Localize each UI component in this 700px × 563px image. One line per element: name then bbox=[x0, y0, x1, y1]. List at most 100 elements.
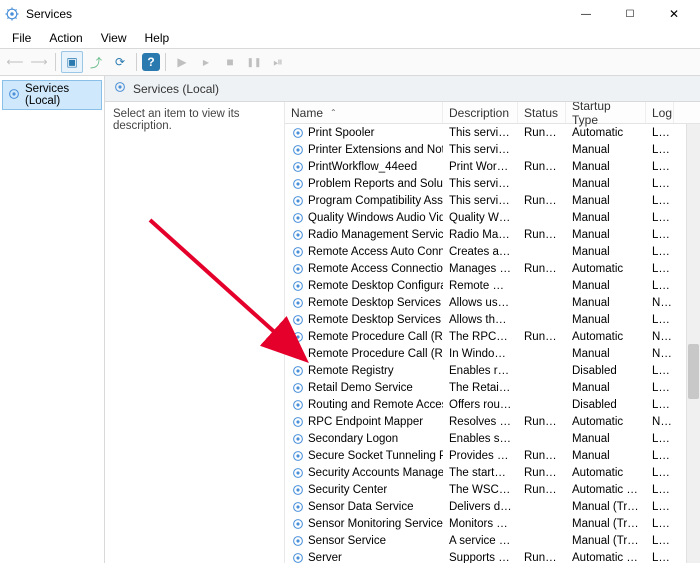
service-name: Routing and Remote Access bbox=[308, 399, 443, 411]
service-row[interactable]: Remote Desktop ServicesAllows user...Man… bbox=[285, 294, 700, 311]
vertical-scrollbar[interactable] bbox=[686, 124, 700, 563]
service-row[interactable]: Remote Procedure Call (RPC)The RPCSS ...… bbox=[285, 328, 700, 345]
service-row[interactable]: Sensor ServiceA service fo...Manual (Tri… bbox=[285, 532, 700, 549]
service-description: Remote Des... bbox=[443, 280, 518, 292]
service-name: Sensor Monitoring Service bbox=[308, 518, 443, 530]
column-header-startup[interactable]: Startup Type bbox=[566, 102, 646, 123]
service-startup: Manual bbox=[566, 348, 646, 360]
service-startup: Automatic bbox=[566, 467, 646, 479]
service-row[interactable]: Secondary LogonEnables star...ManualLoc bbox=[285, 430, 700, 447]
service-startup: Manual bbox=[566, 297, 646, 309]
gear-icon bbox=[291, 466, 305, 480]
toolbar: ⟵ ⟶ ▣ ⤴ ⟳ ? ▶ ▶ ■ ❚❚ ⏯ bbox=[0, 48, 700, 76]
service-row[interactable]: Remote RegistryEnables rem...DisabledLoc bbox=[285, 362, 700, 379]
service-logon: Net bbox=[646, 297, 674, 309]
service-logon: Net bbox=[646, 348, 674, 360]
gear-icon bbox=[7, 87, 21, 104]
service-name: Program Compatibility Assi... bbox=[308, 195, 443, 207]
service-logon: Loc bbox=[646, 501, 674, 513]
menu-help[interactable]: Help bbox=[137, 29, 178, 47]
minimize-button[interactable]: — bbox=[564, 0, 608, 28]
service-row[interactable]: Sensor Monitoring ServiceMonitors va...M… bbox=[285, 515, 700, 532]
service-description: Allows user... bbox=[443, 297, 518, 309]
column-header-description[interactable]: Description bbox=[443, 102, 518, 123]
service-startup: Disabled bbox=[566, 365, 646, 377]
service-name: Printer Extensions and Notif... bbox=[308, 144, 443, 156]
menu-action[interactable]: Action bbox=[41, 29, 90, 47]
service-logon: Loc bbox=[646, 127, 674, 139]
column-header-name[interactable]: Name ⌃ bbox=[285, 102, 443, 123]
stop-service-button[interactable]: ■ bbox=[219, 51, 241, 73]
service-row[interactable]: Program Compatibility Assi...This servic… bbox=[285, 192, 700, 209]
description-column: Select an item to view its description. bbox=[105, 102, 285, 563]
service-startup: Automatic (D... bbox=[566, 484, 646, 496]
menu-view[interactable]: View bbox=[93, 29, 135, 47]
column-headers-row: Name ⌃ Description Status Startup Type L… bbox=[285, 102, 700, 124]
forward-button[interactable]: ⟶ bbox=[28, 51, 50, 73]
service-row[interactable]: Remote Access Auto Conne...Creates a co.… bbox=[285, 243, 700, 260]
export-list-button[interactable]: ⤴ bbox=[85, 51, 107, 73]
help-button[interactable]: ? bbox=[142, 53, 160, 71]
toolbar-separator bbox=[136, 53, 137, 71]
service-row[interactable]: Remote Desktop Services U...Allows the r… bbox=[285, 311, 700, 328]
service-row[interactable]: Remote Procedure Call (RP...In Windows..… bbox=[285, 345, 700, 362]
service-row[interactable]: Printer Extensions and Notif...This serv… bbox=[285, 141, 700, 158]
tree-root-services-local[interactable]: Services (Local) bbox=[2, 80, 102, 110]
service-row[interactable]: Retail Demo ServiceThe Retail D...Manual… bbox=[285, 379, 700, 396]
service-status: Running bbox=[518, 484, 566, 496]
service-row[interactable]: Security Accounts ManagerThe startup ...… bbox=[285, 464, 700, 481]
column-header-logon[interactable]: Log bbox=[646, 102, 674, 123]
service-row[interactable]: Remote Access Connection...Manages di...… bbox=[285, 260, 700, 277]
service-row[interactable]: Print SpoolerThis service ...RunningAuto… bbox=[285, 124, 700, 141]
service-row[interactable]: Radio Management ServiceRadio Mana...Run… bbox=[285, 226, 700, 243]
service-startup: Manual bbox=[566, 144, 646, 156]
service-name: Remote Desktop Services U... bbox=[308, 314, 443, 326]
main-area: Services (Local) Services (Local) Select… bbox=[0, 76, 700, 563]
service-description: This service ... bbox=[443, 127, 518, 139]
refresh-button[interactable]: ⟳ bbox=[109, 51, 131, 73]
service-row[interactable]: Quality Windows Audio Vid...Quality Win.… bbox=[285, 209, 700, 226]
gear-icon bbox=[291, 381, 305, 395]
service-row[interactable]: RPC Endpoint MapperResolves RP...Running… bbox=[285, 413, 700, 430]
service-row[interactable]: Routing and Remote AccessOffers routi...… bbox=[285, 396, 700, 413]
service-row[interactable]: Remote Desktop Configurat...Remote Des..… bbox=[285, 277, 700, 294]
service-name: Print Spooler bbox=[308, 127, 374, 139]
service-status: Running bbox=[518, 467, 566, 479]
back-button[interactable]: ⟵ bbox=[4, 51, 26, 73]
close-button[interactable]: ✕ bbox=[652, 0, 696, 28]
service-startup: Manual bbox=[566, 161, 646, 173]
menu-file[interactable]: File bbox=[4, 29, 39, 47]
pane-header-label: Services (Local) bbox=[133, 82, 219, 96]
column-header-status[interactable]: Status bbox=[518, 102, 566, 123]
service-logon: Loc bbox=[646, 552, 674, 563]
pause-service-button[interactable]: ❚❚ bbox=[243, 51, 265, 73]
service-row[interactable]: Sensor Data ServiceDelivers dat...Manual… bbox=[285, 498, 700, 515]
service-description: Quality Win... bbox=[443, 212, 518, 224]
service-logon: Loc bbox=[646, 229, 674, 241]
service-name: Remote Procedure Call (RP... bbox=[308, 348, 443, 360]
service-row[interactable]: ServerSupports fil...RunningAutomatic (T… bbox=[285, 549, 700, 563]
service-row[interactable]: Security CenterThe WSCSV...RunningAutoma… bbox=[285, 481, 700, 498]
start-service-button[interactable]: ▶ bbox=[171, 51, 193, 73]
tree-root-label: Services (Local) bbox=[25, 83, 97, 107]
service-startup: Automatic bbox=[566, 416, 646, 428]
service-row[interactable]: Secure Socket Tunneling Pr...Provides su… bbox=[285, 447, 700, 464]
service-status: Running bbox=[518, 331, 566, 343]
service-name: Quality Windows Audio Vid... bbox=[308, 212, 443, 224]
service-logon: Loc bbox=[646, 144, 674, 156]
column-header-name-label: Name bbox=[291, 106, 323, 120]
play-small-icon: ▶ bbox=[195, 51, 217, 73]
scroll-thumb[interactable] bbox=[688, 344, 699, 399]
service-startup: Automatic bbox=[566, 127, 646, 139]
service-description: Print Workfl... bbox=[443, 161, 518, 173]
service-row[interactable]: Problem Reports and Soluti...This servic… bbox=[285, 175, 700, 192]
service-logon: Loc bbox=[646, 484, 674, 496]
maximize-button[interactable]: ☐ bbox=[608, 0, 652, 28]
gear-icon bbox=[291, 364, 305, 378]
gear-icon bbox=[291, 313, 305, 327]
show-hide-tree-button[interactable]: ▣ bbox=[61, 51, 83, 73]
restart-service-button[interactable]: ⏯ bbox=[267, 51, 289, 73]
service-startup: Manual bbox=[566, 229, 646, 241]
service-startup: Manual (Trig... bbox=[566, 518, 646, 530]
service-row[interactable]: PrintWorkflow_44eedPrint Workfl...Runnin… bbox=[285, 158, 700, 175]
